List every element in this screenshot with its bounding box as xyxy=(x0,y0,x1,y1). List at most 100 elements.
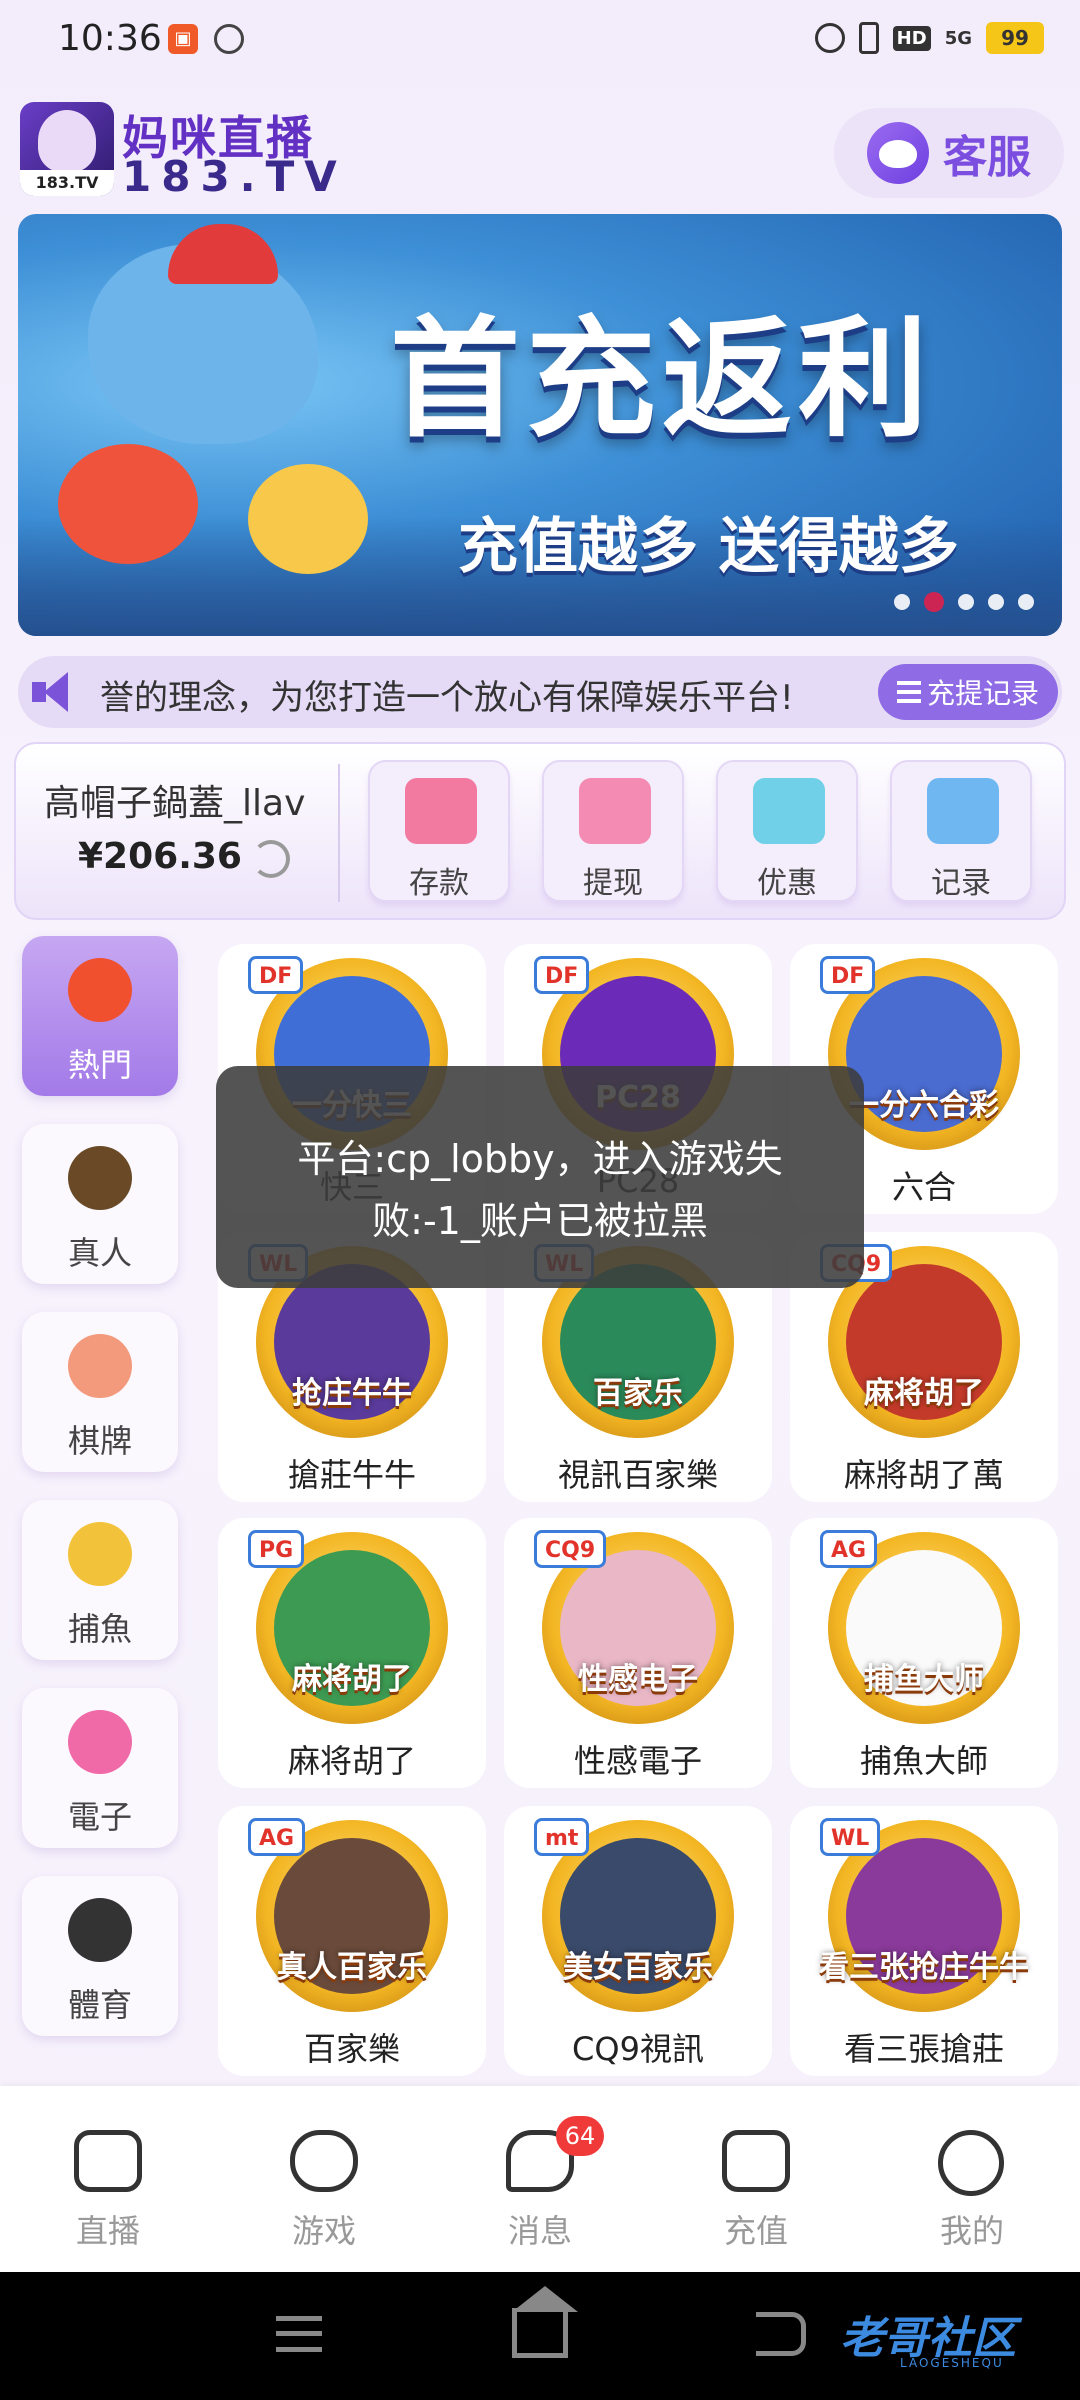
pufferfish-illustration xyxy=(248,464,368,574)
announcement-text: 誉的理念，为您打造一个放心有保障娱乐平台! xyxy=(100,678,794,718)
bar-chart-icon xyxy=(927,778,999,844)
category-0[interactable]: 熱門 xyxy=(22,936,178,1096)
cap-illustration xyxy=(168,224,278,284)
card-icon xyxy=(405,778,477,844)
game-name: 搶莊牛牛 xyxy=(287,1456,416,1494)
medal-text: 性感电子 xyxy=(578,1662,698,1697)
game-card[interactable]: WL 看三张抢庄牛牛 看三張搶莊 xyxy=(790,1806,1058,2076)
customer-service-label: 客服 xyxy=(943,132,1031,183)
bottom-tab-bar: 直播 游戏 64 消息 充值 我的 xyxy=(0,2086,1080,2272)
username: 高帽子鍋蓋_llav xyxy=(44,783,306,824)
category-label: 熱門 xyxy=(67,1046,132,1084)
unread-badge: 64 xyxy=(556,2116,604,2156)
game-card[interactable]: AG 捕鱼大师 捕魚大師 xyxy=(790,1518,1058,1788)
game-name: 百家樂 xyxy=(303,2030,400,2068)
banner-dot[interactable] xyxy=(958,594,974,610)
watermark-sub: LAOGESHEQU xyxy=(900,2356,1004,2370)
records-label: 记录 xyxy=(931,866,991,901)
game-name: 麻将胡了 xyxy=(287,1742,416,1780)
category-4[interactable]: 電子 xyxy=(22,1688,178,1848)
customer-service-button[interactable]: 客服 xyxy=(834,108,1064,198)
status-bar: 10:36 ▣ HD 5G 99 xyxy=(0,0,1080,84)
toast-line-1: 平台:cp_lobby，进入游戏失 xyxy=(297,1137,783,1181)
tv-icon xyxy=(74,2130,142,2192)
provider-badge: CQ9 xyxy=(534,1530,607,1568)
game-name: 視訊百家樂 xyxy=(557,1456,718,1494)
banner-dot[interactable] xyxy=(894,594,910,610)
tab-label: 消息 xyxy=(507,2212,572,2250)
tab-profile[interactable]: 我的 xyxy=(892,2116,1052,2256)
toast-line-2: 败:-1_账户已被拉黑 xyxy=(372,1199,708,1243)
gift-icon xyxy=(753,778,825,844)
medal-text: 麻将胡了 xyxy=(864,1376,984,1411)
soccer-ball-icon xyxy=(68,1898,132,1962)
game-name: CQ9視訊 xyxy=(572,2030,704,2068)
provider-badge: DF xyxy=(248,956,304,994)
promotions-button[interactable]: 优惠 xyxy=(716,760,858,902)
refresh-icon[interactable] xyxy=(252,840,290,878)
medal-text: 看三张抢庄牛牛 xyxy=(819,1950,1029,1985)
provider-badge: DF xyxy=(534,956,590,994)
game-card[interactable]: mt 美女百家乐 CQ9視訊 xyxy=(504,1806,772,2076)
status-icons: HD 5G 99 xyxy=(814,22,1044,54)
provider-badge: WL xyxy=(820,1818,881,1856)
promo-banner[interactable]: 首充返利 充值越多 送得越多 xyxy=(18,214,1062,636)
notification-app-icon: ▣ xyxy=(168,24,198,54)
banner-dot-active[interactable] xyxy=(924,592,944,612)
records-label: 充提记录 xyxy=(926,677,1039,710)
withdraw-button[interactable]: 提现 xyxy=(542,760,684,902)
balance: ¥206.36 xyxy=(78,836,242,877)
tab-live[interactable]: 直播 xyxy=(28,2116,188,2256)
records-button[interactable]: 记录 xyxy=(890,760,1032,902)
tab-messages[interactable]: 64 消息 xyxy=(460,2116,620,2256)
slot-icon xyxy=(68,1710,132,1774)
provider-badge: AG xyxy=(248,1818,306,1856)
wallet-panel: 高帽子鍋蓋_llav ¥206.36 存款 提现 优惠 记录 xyxy=(14,742,1066,920)
chip-icon xyxy=(68,1146,132,1210)
wallet-icon xyxy=(722,2130,790,2192)
signal-icon: 5G xyxy=(944,27,972,49)
promotions-label: 优惠 xyxy=(757,866,817,901)
banner-subtitle: 充值越多 送得越多 xyxy=(458,512,959,582)
profile-icon xyxy=(938,2130,1004,2196)
list-icon xyxy=(896,681,921,703)
banner-dot[interactable] xyxy=(988,594,1004,610)
tab-recharge[interactable]: 充值 xyxy=(676,2116,836,2256)
logo-mascot-icon xyxy=(38,110,96,172)
tab-label: 我的 xyxy=(939,2212,1004,2250)
game-card[interactable]: PG 麻将胡了 麻将胡了 xyxy=(218,1518,486,1788)
tab-label: 游戏 xyxy=(291,2212,356,2250)
speaker-icon xyxy=(32,670,80,714)
deposit-label: 存款 xyxy=(409,866,469,901)
banner-pagination[interactable] xyxy=(894,592,1034,612)
home-icon[interactable] xyxy=(512,2286,578,2358)
medal-text: 抢庄牛牛 xyxy=(292,1376,412,1411)
deposit-withdraw-records-button[interactable]: 充提记录 xyxy=(878,664,1058,720)
provider-badge: mt xyxy=(534,1818,590,1856)
category-3[interactable]: 捕魚 xyxy=(22,1500,178,1660)
banner-dot[interactable] xyxy=(1018,594,1034,610)
back-icon[interactable] xyxy=(756,2312,806,2356)
status-time: 10:36 xyxy=(58,18,162,59)
clownfish-illustration xyxy=(58,444,198,564)
app-logo: 183.TV xyxy=(20,102,114,196)
category-1[interactable]: 真人 xyxy=(22,1124,178,1284)
medal-text: 麻将胡了 xyxy=(292,1662,412,1697)
category-label: 真人 xyxy=(67,1234,132,1272)
tab-label: 直播 xyxy=(75,2212,140,2250)
game-card[interactable]: CQ9 性感电子 性感電子 xyxy=(504,1518,772,1788)
medal-text: 捕鱼大师 xyxy=(864,1662,984,1697)
provider-badge: AG xyxy=(820,1530,878,1568)
system-nav-bar: 老哥社区 LAOGESHEQU xyxy=(0,2272,1080,2400)
hd-icon: HD xyxy=(892,25,931,51)
provider-badge: PG xyxy=(248,1530,305,1568)
tab-games[interactable]: 游戏 xyxy=(244,2116,404,2256)
game-card[interactable]: AG 真人百家乐 百家樂 xyxy=(218,1806,486,2076)
category-2[interactable]: 棋牌 xyxy=(22,1312,178,1472)
deposit-button[interactable]: 存款 xyxy=(368,760,510,902)
announcement-bar[interactable]: 誉的理念，为您打造一个放心有保障娱乐平台! 充提记录 xyxy=(18,656,1062,728)
category-label: 捕魚 xyxy=(67,1610,132,1648)
recent-apps-icon[interactable] xyxy=(276,2316,322,2352)
category-5[interactable]: 體育 xyxy=(22,1876,178,2036)
fish-icon xyxy=(68,1522,132,1586)
